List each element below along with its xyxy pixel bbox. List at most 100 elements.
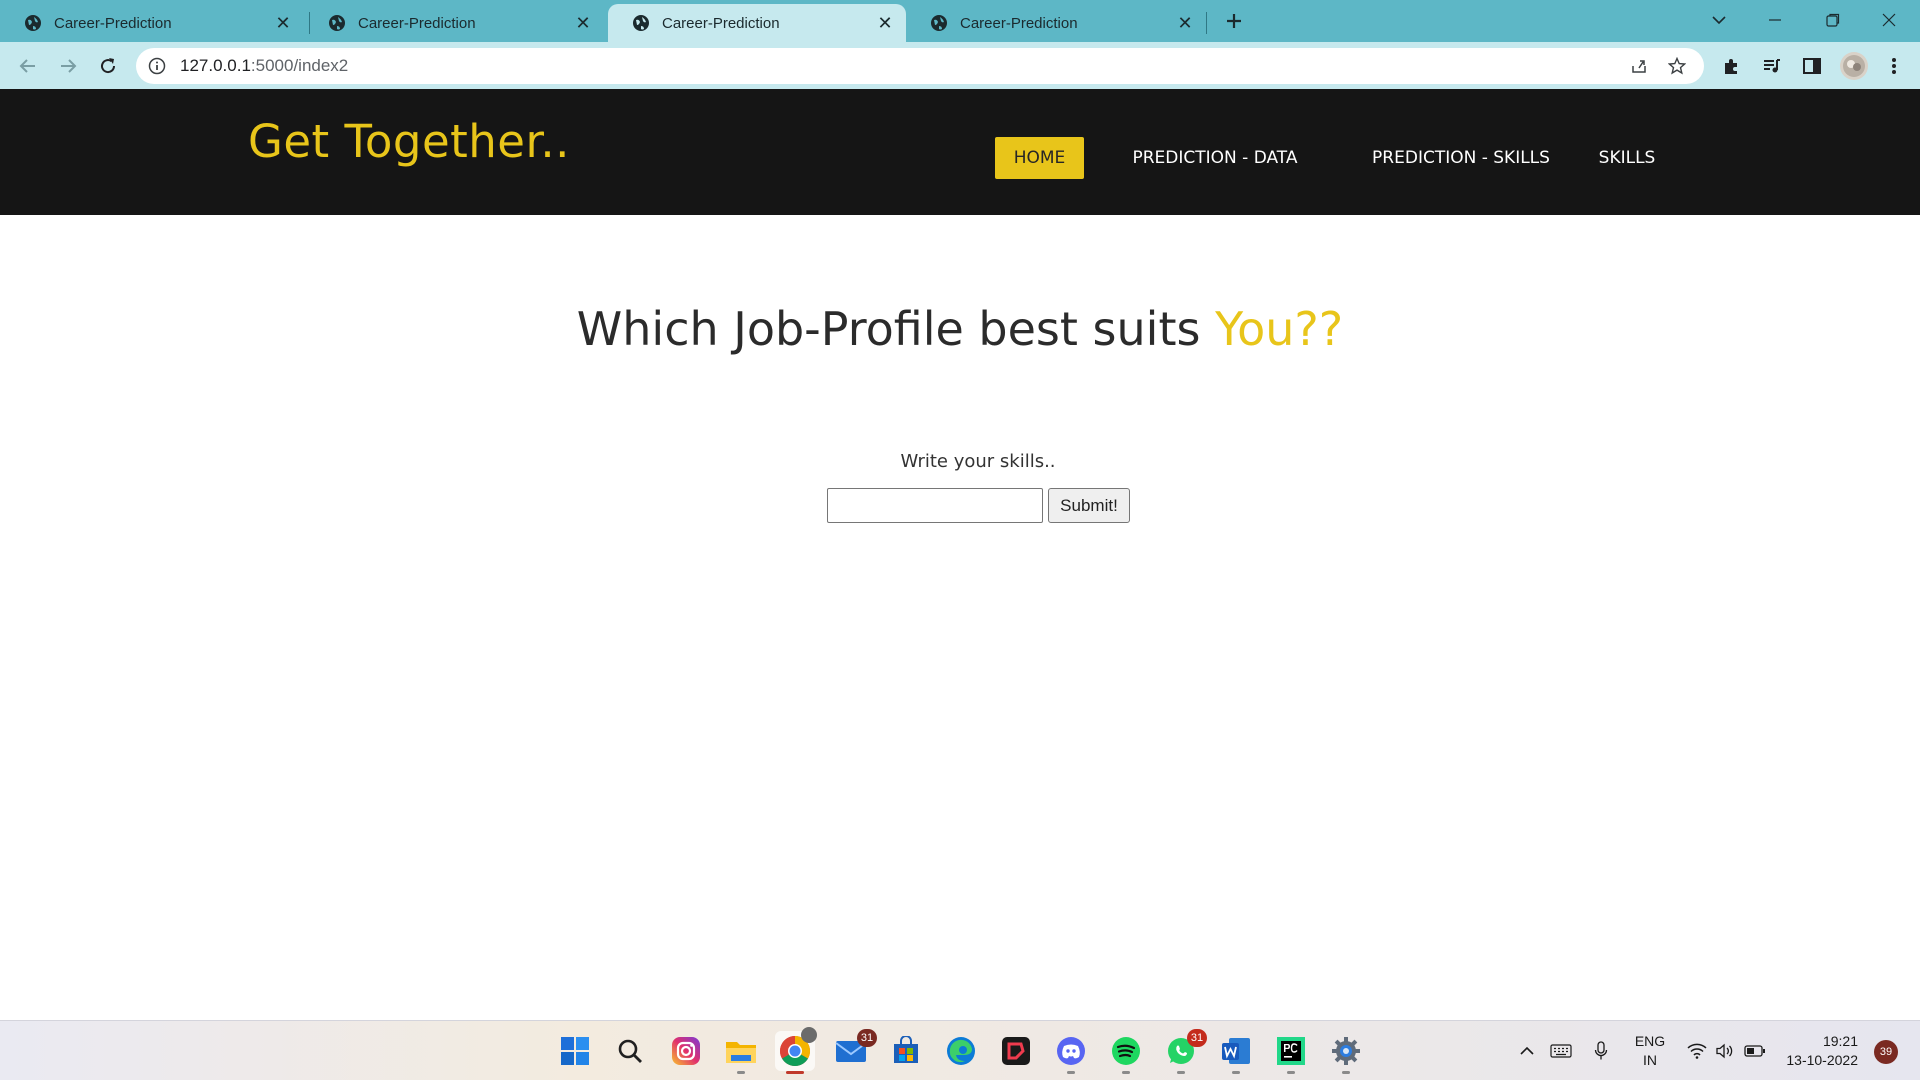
url-path: :5000/index2 (250, 56, 349, 75)
taskbar-instagram[interactable] (666, 1031, 706, 1071)
skills-label: Write your skills.. (900, 451, 1056, 472)
profile-avatar[interactable] (1840, 52, 1868, 80)
share-icon[interactable] (1630, 57, 1648, 75)
media-control-button[interactable] (1762, 56, 1782, 76)
browser-tab[interactable]: Career-Prediction ✕ (906, 4, 1206, 42)
browser-tab[interactable]: Career-Prediction ✕ (304, 4, 604, 42)
arrow-left-icon (19, 59, 35, 73)
skills-input[interactable] (827, 488, 1043, 523)
submit-button[interactable]: Submit! (1048, 488, 1130, 523)
running-indicator (786, 1071, 804, 1074)
start-button[interactable] (555, 1031, 595, 1071)
web-page: Get Together.. HOME PREDICTION - DATA PR… (0, 89, 1920, 1020)
store-icon (894, 1036, 918, 1063)
search-icon (618, 1039, 642, 1063)
running-indicator (1342, 1071, 1350, 1074)
settings-icon (1332, 1037, 1360, 1065)
taskbar-anydesk[interactable] (996, 1031, 1036, 1071)
taskbar-spotify[interactable] (1106, 1031, 1146, 1074)
taskbar-chrome[interactable] (775, 1027, 817, 1074)
tab-title: Career-Prediction (358, 14, 476, 32)
region-code: IN (1643, 1052, 1657, 1068)
taskbar-whatsapp[interactable]: 31 (1161, 1029, 1207, 1074)
tab-title: Career-Prediction (960, 14, 1078, 32)
nav-prediction-skills[interactable]: PREDICTION - SKILLS (1358, 137, 1564, 179)
restore-icon (1826, 13, 1840, 27)
close-icon[interactable]: ✕ (876, 13, 894, 33)
address-bar[interactable]: 127.0.0.1:5000/index2 (136, 48, 1704, 84)
language-indicator[interactable]: ENG IN (1634, 1032, 1666, 1070)
url-host: 127.0.0.1 (180, 56, 251, 75)
start-icon (561, 1037, 589, 1065)
wifi-icon (1687, 1043, 1707, 1059)
show-hidden-icons-button[interactable] (1516, 1040, 1538, 1062)
nav-skills[interactable]: SKILLS (1596, 137, 1658, 179)
chevron-down-icon (1712, 16, 1726, 25)
tab-title: Career-Prediction (662, 14, 780, 32)
star-icon[interactable] (1668, 57, 1686, 75)
close-icon[interactable]: ✕ (274, 13, 292, 33)
chevron-up-icon (1520, 1046, 1534, 1055)
minimize-button[interactable] (1752, 2, 1798, 38)
url-text[interactable]: 127.0.0.1:5000/index2 (180, 56, 348, 76)
profile-badge (801, 1027, 817, 1043)
extensions-button[interactable] (1722, 56, 1742, 76)
forward-button[interactable] (52, 50, 84, 82)
site-header: Get Together.. HOME PREDICTION - DATA PR… (0, 89, 1920, 215)
microphone-button[interactable] (1590, 1040, 1612, 1062)
restore-button[interactable] (1810, 2, 1856, 38)
tab-search-button[interactable] (1696, 2, 1742, 38)
taskbar-mail[interactable]: 31 (831, 1029, 877, 1071)
browser-menu-button[interactable] (1884, 56, 1904, 76)
microphone-icon (1594, 1041, 1608, 1060)
taskbar-pycharm[interactable] (1271, 1031, 1311, 1074)
site-brand-logo[interactable]: Get Together.. (248, 115, 570, 168)
close-icon[interactable]: ✕ (1176, 13, 1194, 33)
wifi-button[interactable] (1686, 1040, 1708, 1062)
system-clock[interactable]: 19:21 13-10-2022 (1782, 1032, 1858, 1070)
taskbar-discord[interactable] (1051, 1031, 1091, 1074)
anydesk-icon (1002, 1037, 1030, 1065)
nav-home[interactable]: HOME (995, 137, 1084, 179)
taskbar-word[interactable] (1216, 1031, 1256, 1074)
puzzle-icon (1725, 59, 1737, 74)
volume-button[interactable] (1714, 1040, 1736, 1062)
nav-prediction-data[interactable]: PREDICTION - DATA (1128, 137, 1302, 179)
taskbar-file-explorer[interactable] (721, 1031, 761, 1074)
pycharm-icon (1277, 1037, 1305, 1065)
reload-icon (101, 58, 116, 74)
windows-taskbar: 31 31 ENG IN 19:21 13-10-2022 39 (0, 1020, 1920, 1080)
page-heading: Which Job-Profile best suits You?? (0, 302, 1920, 356)
running-indicator (1177, 1071, 1185, 1074)
mail-badge: 31 (857, 1029, 877, 1047)
running-indicator (1067, 1071, 1075, 1074)
edge-icon (947, 1037, 975, 1065)
info-icon[interactable] (148, 57, 166, 75)
taskbar-settings[interactable] (1326, 1031, 1366, 1074)
close-window-button[interactable] (1866, 2, 1912, 38)
browser-tab-active[interactable]: Career-Prediction ✕ (608, 4, 906, 42)
taskbar-search-button[interactable] (610, 1031, 650, 1071)
side-panel-button[interactable] (1802, 56, 1822, 76)
discord-icon (1057, 1037, 1085, 1065)
globe-icon (931, 15, 947, 31)
side-panel-icon (1803, 58, 1821, 74)
clock-time: 19:21 (1822, 1033, 1858, 1049)
back-button[interactable] (12, 50, 44, 82)
browser-toolbar: 127.0.0.1:5000/index2 (0, 42, 1920, 89)
globe-icon (633, 15, 649, 31)
running-indicator (737, 1071, 745, 1074)
taskbar-edge[interactable] (941, 1031, 981, 1071)
new-tab-button[interactable] (1222, 8, 1246, 34)
browser-tab[interactable]: Career-Prediction ✕ (0, 4, 304, 42)
battery-button[interactable] (1744, 1040, 1766, 1062)
reload-button[interactable] (92, 50, 124, 82)
close-icon[interactable]: ✕ (574, 13, 592, 33)
tab-separator (1206, 12, 1207, 34)
file-explorer-icon (726, 1042, 756, 1063)
taskbar-store[interactable] (886, 1031, 926, 1071)
touch-keyboard-button[interactable] (1550, 1040, 1572, 1062)
heading-accent-text: You?? (1215, 302, 1344, 356)
whatsapp-badge: 31 (1187, 1029, 1207, 1047)
notification-center-badge[interactable]: 39 (1874, 1040, 1898, 1064)
